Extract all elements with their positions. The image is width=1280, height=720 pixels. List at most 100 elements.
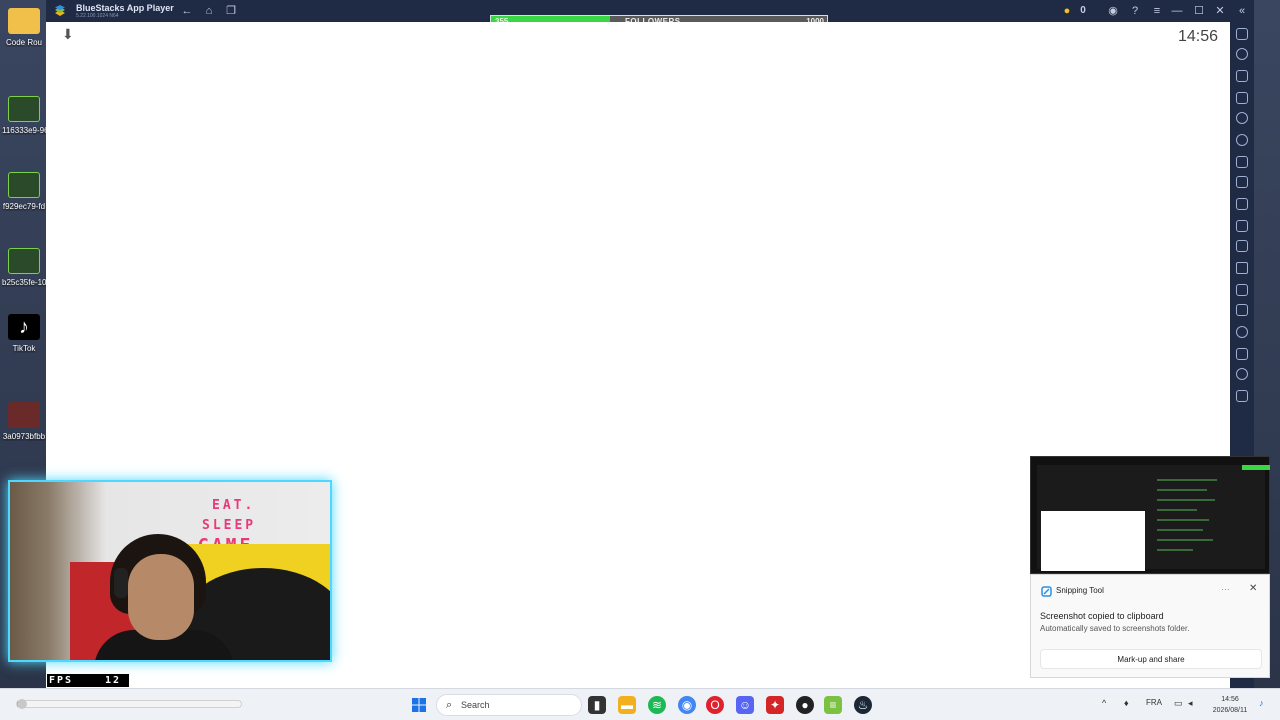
preview-white-area (1041, 511, 1145, 571)
taskbar-time: 14:56 (1221, 696, 1239, 703)
microphone-icon[interactable]: ♦ (1124, 698, 1129, 708)
preview-chat-line (1157, 519, 1209, 521)
home-icon[interactable]: ⌂ (202, 4, 216, 18)
taskbar-search[interactable]: ⌕ Search (436, 694, 582, 716)
steam-icon[interactable]: ♨ (854, 696, 872, 714)
preview-chat-line (1157, 499, 1215, 501)
macro-icon[interactable] (1236, 134, 1248, 146)
maximize-icon[interactable]: ☐ (1192, 4, 1206, 18)
window-version: 5.22.100.1024 N64 (76, 13, 119, 19)
preview-green-bar (1242, 465, 1270, 470)
collapse-sidebar-icon[interactable]: « (1230, 0, 1254, 22)
media-progress-slider[interactable] (16, 699, 242, 709)
volume-icon[interactable]: ◂ (1188, 698, 1193, 709)
windows-start-icon[interactable] (410, 696, 428, 714)
close-icon[interactable]: ✕ (1213, 4, 1227, 18)
folder-icon (8, 8, 40, 34)
language-indicator[interactable]: FRA (1146, 698, 1162, 707)
fps-label: FPS (49, 675, 74, 686)
tiktok-icon: ♪ (8, 314, 40, 340)
preview-chat-line (1157, 539, 1213, 541)
download-icon[interactable]: ⬇ (62, 26, 74, 42)
desktop-icon-label: 116333e9-96 (2, 126, 46, 135)
image-thumbnail-icon (8, 248, 40, 274)
fps-value: 12 (105, 675, 122, 686)
preview-chat-line (1157, 479, 1217, 481)
headset-icon (114, 568, 128, 598)
performance-icon[interactable] (1236, 176, 1248, 188)
task-view-icon[interactable]: ▮ (588, 696, 606, 714)
markup-share-button[interactable]: Mark-up and share (1040, 649, 1262, 669)
screenshot-icon[interactable] (1236, 198, 1248, 210)
coin-icon[interactable]: ● (1060, 4, 1074, 18)
screenshot-preview[interactable] (1030, 456, 1270, 574)
image-thumbnail-icon (8, 96, 40, 122)
location-icon[interactable] (1236, 326, 1248, 338)
wall-text-line: EAT. (212, 498, 256, 513)
app-icon[interactable]: ● (796, 696, 814, 714)
preview-chat-line (1157, 489, 1207, 491)
airplane-mode-icon[interactable] (1236, 262, 1248, 274)
desktop-icon[interactable]: 3a0973bfbb (2, 402, 46, 441)
show-hidden-icons-icon[interactable]: ^ (1102, 698, 1106, 708)
desktop-icon-label: Code Rou (5, 38, 43, 47)
media-folder-icon[interactable] (1236, 240, 1248, 252)
notification-app-name: Snipping Tool (1056, 586, 1104, 595)
eco-mode-icon[interactable] (1236, 304, 1248, 316)
fullscreen-icon[interactable] (1236, 28, 1248, 40)
rotate-icon[interactable] (1236, 112, 1248, 124)
more-options-icon[interactable]: ··· (1221, 584, 1230, 594)
file-explorer-icon[interactable]: ▬ (618, 696, 636, 714)
help-icon[interactable]: ? (1128, 4, 1142, 18)
multi-instance-icon[interactable] (1236, 156, 1248, 168)
desktop-icon-label: TikTok (12, 344, 36, 353)
notification-body: Automatically saved to screenshots folde… (1040, 624, 1190, 633)
preview-chat-line (1157, 529, 1203, 531)
sync-icon[interactable] (1236, 368, 1248, 380)
desktop-icon[interactable]: 116333e9-96 (2, 96, 46, 135)
preview-chat-line (1157, 509, 1197, 511)
resize-icon[interactable] (1236, 284, 1248, 296)
search-placeholder: Search (461, 700, 490, 710)
window-title: BlueStacks App Player (76, 3, 174, 13)
record-icon[interactable] (1236, 220, 1248, 232)
android-clock: 14:56 (1177, 28, 1218, 45)
desktop-icon[interactable]: b25c35fe-10 (2, 248, 46, 287)
notification-bell-icon[interactable]: ♪ (1259, 698, 1264, 708)
notification-title: Screenshot copied to clipboard (1040, 611, 1164, 621)
desktop-icon[interactable]: ♪ TikTok (2, 314, 46, 353)
desktop-icon-label: 3a0973bfbb (2, 432, 46, 441)
minimize-icon[interactable]: — (1170, 4, 1184, 18)
slider-knob[interactable] (17, 699, 27, 709)
webcam-overlay: EAT. SLEEP GAME (8, 480, 332, 662)
menu-icon[interactable]: ≡ (1150, 4, 1164, 18)
account-icon[interactable]: ◉ (1106, 4, 1120, 18)
back-icon[interactable]: ← (180, 4, 194, 18)
desktop-icon-label: f929ec79-fd (2, 202, 46, 211)
app-icon[interactable]: ✦ (766, 696, 784, 714)
chrome-icon[interactable]: ◉ (678, 696, 696, 714)
desktop-icon[interactable]: Code Rou (2, 8, 46, 47)
bluestacks-titlebar: BlueStacks App Player 5.22.100.1024 N64 … (46, 0, 1254, 28)
keyboard-controls-icon[interactable] (1236, 92, 1248, 104)
image-thumbnail-icon (8, 172, 40, 198)
snipping-tool-notification[interactable]: Snipping Tool ··· ✕ Screenshot copied to… (1030, 574, 1270, 678)
volume-icon[interactable] (1236, 48, 1248, 60)
desktop-icon[interactable]: f929ec79-fd (2, 172, 46, 211)
apk-install-icon[interactable] (1236, 70, 1248, 82)
bluestacks-logo-icon (55, 5, 65, 16)
spotify-icon[interactable]: ≋ (648, 696, 666, 714)
recent-apps-icon[interactable]: ❐ (224, 4, 238, 18)
layers-icon[interactable] (1236, 348, 1248, 360)
taskbar-clock[interactable]: 14:56 2026/08/11 (1200, 694, 1260, 716)
network-icon[interactable]: ▭ (1174, 698, 1183, 709)
discord-icon[interactable]: ☺ (736, 696, 754, 714)
bluestacks-icon[interactable]: ≡ (824, 696, 842, 714)
opera-icon[interactable]: O (706, 696, 724, 714)
sidebar-toggle-icon[interactable] (1236, 390, 1248, 402)
taskbar-date: 2026/08/11 (1212, 707, 1248, 714)
search-icon: ⌕ (446, 699, 453, 711)
desktop-icon-label: b25c35fe-10 (2, 278, 46, 287)
close-icon[interactable]: ✕ (1249, 583, 1257, 594)
image-thumbnail-icon (8, 402, 40, 428)
